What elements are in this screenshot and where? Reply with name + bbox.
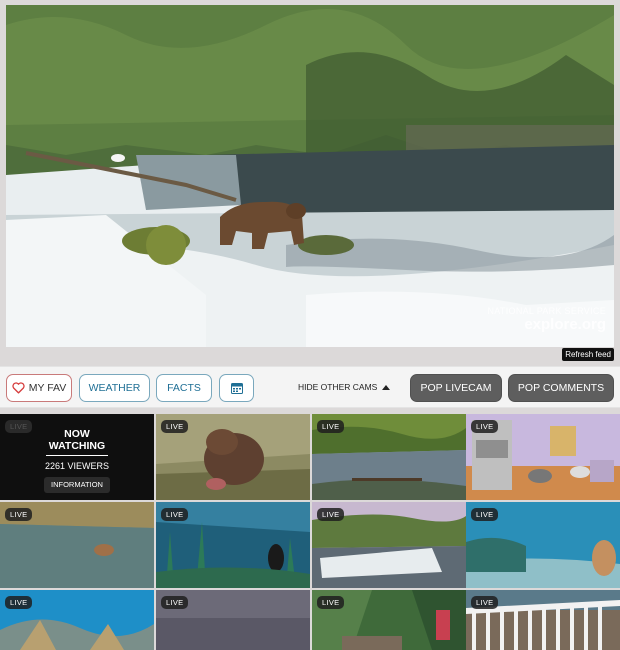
my-fav-label: MY FAV: [28, 382, 67, 394]
live-badge: LIVE: [5, 508, 33, 521]
cam-tile-river[interactable]: LIVE: [312, 414, 466, 500]
cam-tile-kitten-room[interactable]: LIVE: [466, 414, 620, 500]
cam-tile-reef-fish[interactable]: LIVE: [466, 502, 620, 588]
cam-tile-bear-swimming[interactable]: LIVE: [0, 502, 154, 588]
video-frame-brooks-falls: [6, 5, 614, 347]
live-badge: LIVE: [5, 420, 33, 433]
live-badge: LIVE: [471, 420, 499, 433]
facts-label: FACTS: [167, 382, 201, 394]
cam-tile-dusk-lake[interactable]: LIVE: [156, 590, 310, 650]
caret-up-icon: [382, 384, 391, 390]
hide-other-cams-label: HIDE OTHER CAMS: [298, 382, 378, 392]
refresh-feed-button[interactable]: Refresh feed: [562, 348, 614, 361]
nps-explore-watermark: NATIONAL PARK SERVICE explore.org: [488, 306, 607, 333]
live-badge: LIVE: [317, 420, 345, 433]
cam-tile-bird-feeder[interactable]: LIVE: [312, 590, 466, 650]
cam-tile-porch[interactable]: LIVE: [466, 590, 620, 650]
information-button[interactable]: INFORMATION: [44, 477, 110, 493]
now-watching-panel: LIVE NOW WATCHING 2261 VIEWERS INFORMATI…: [0, 414, 154, 500]
my-fav-button[interactable]: MY FAV: [6, 374, 72, 402]
weather-button[interactable]: WEATHER: [79, 374, 150, 402]
main-video-player[interactable]: NATIONAL PARK SERVICE explore.org: [6, 5, 614, 347]
live-badge: LIVE: [317, 596, 345, 609]
live-badge: LIVE: [317, 508, 345, 521]
live-badge: LIVE: [471, 508, 499, 521]
pop-livecam-button[interactable]: POP LIVECAM: [410, 374, 502, 402]
watermark-explore: explore.org: [524, 316, 606, 333]
cam-toolbar: MY FAV WEATHER FACTS HIDE OTHER CAMS POP…: [0, 366, 620, 408]
heart-icon: [12, 382, 25, 394]
watermark-nps: NATIONAL PARK SERVICE: [487, 306, 606, 316]
live-badge: LIVE: [5, 596, 33, 609]
pop-livecam-label: POP LIVECAM: [420, 382, 492, 394]
cam-tile-coral-reef[interactable]: LIVE: [0, 590, 154, 650]
pop-comments-button[interactable]: POP COMMENTS: [508, 374, 614, 402]
pop-comments-label: POP COMMENTS: [517, 382, 605, 394]
live-badge: LIVE: [161, 596, 189, 609]
now-watching-title: NOW WATCHING: [48, 428, 106, 452]
live-badge: LIVE: [161, 420, 189, 433]
cam-tile-waterfall[interactable]: LIVE: [312, 502, 466, 588]
cam-tile-kelp-diver[interactable]: LIVE: [156, 502, 310, 588]
live-badge: LIVE: [471, 596, 499, 609]
cam-tile-bear-grass[interactable]: LIVE: [156, 414, 310, 500]
weather-label: WEATHER: [88, 382, 141, 394]
facts-button[interactable]: FACTS: [156, 374, 212, 402]
divider: [46, 455, 108, 456]
calendar-button[interactable]: [219, 374, 254, 402]
viewer-count: 2261 VIEWERS: [44, 461, 110, 471]
now-watching-tile[interactable]: LIVE NOW WATCHING 2261 VIEWERS INFORMATI…: [0, 414, 154, 500]
live-badge: LIVE: [161, 508, 189, 521]
hide-other-cams-toggle[interactable]: HIDE OTHER CAMS: [298, 382, 391, 392]
other-cams-grid: LIVE NOW WATCHING 2261 VIEWERS INFORMATI…: [0, 414, 620, 650]
calendar-icon: [230, 382, 243, 394]
